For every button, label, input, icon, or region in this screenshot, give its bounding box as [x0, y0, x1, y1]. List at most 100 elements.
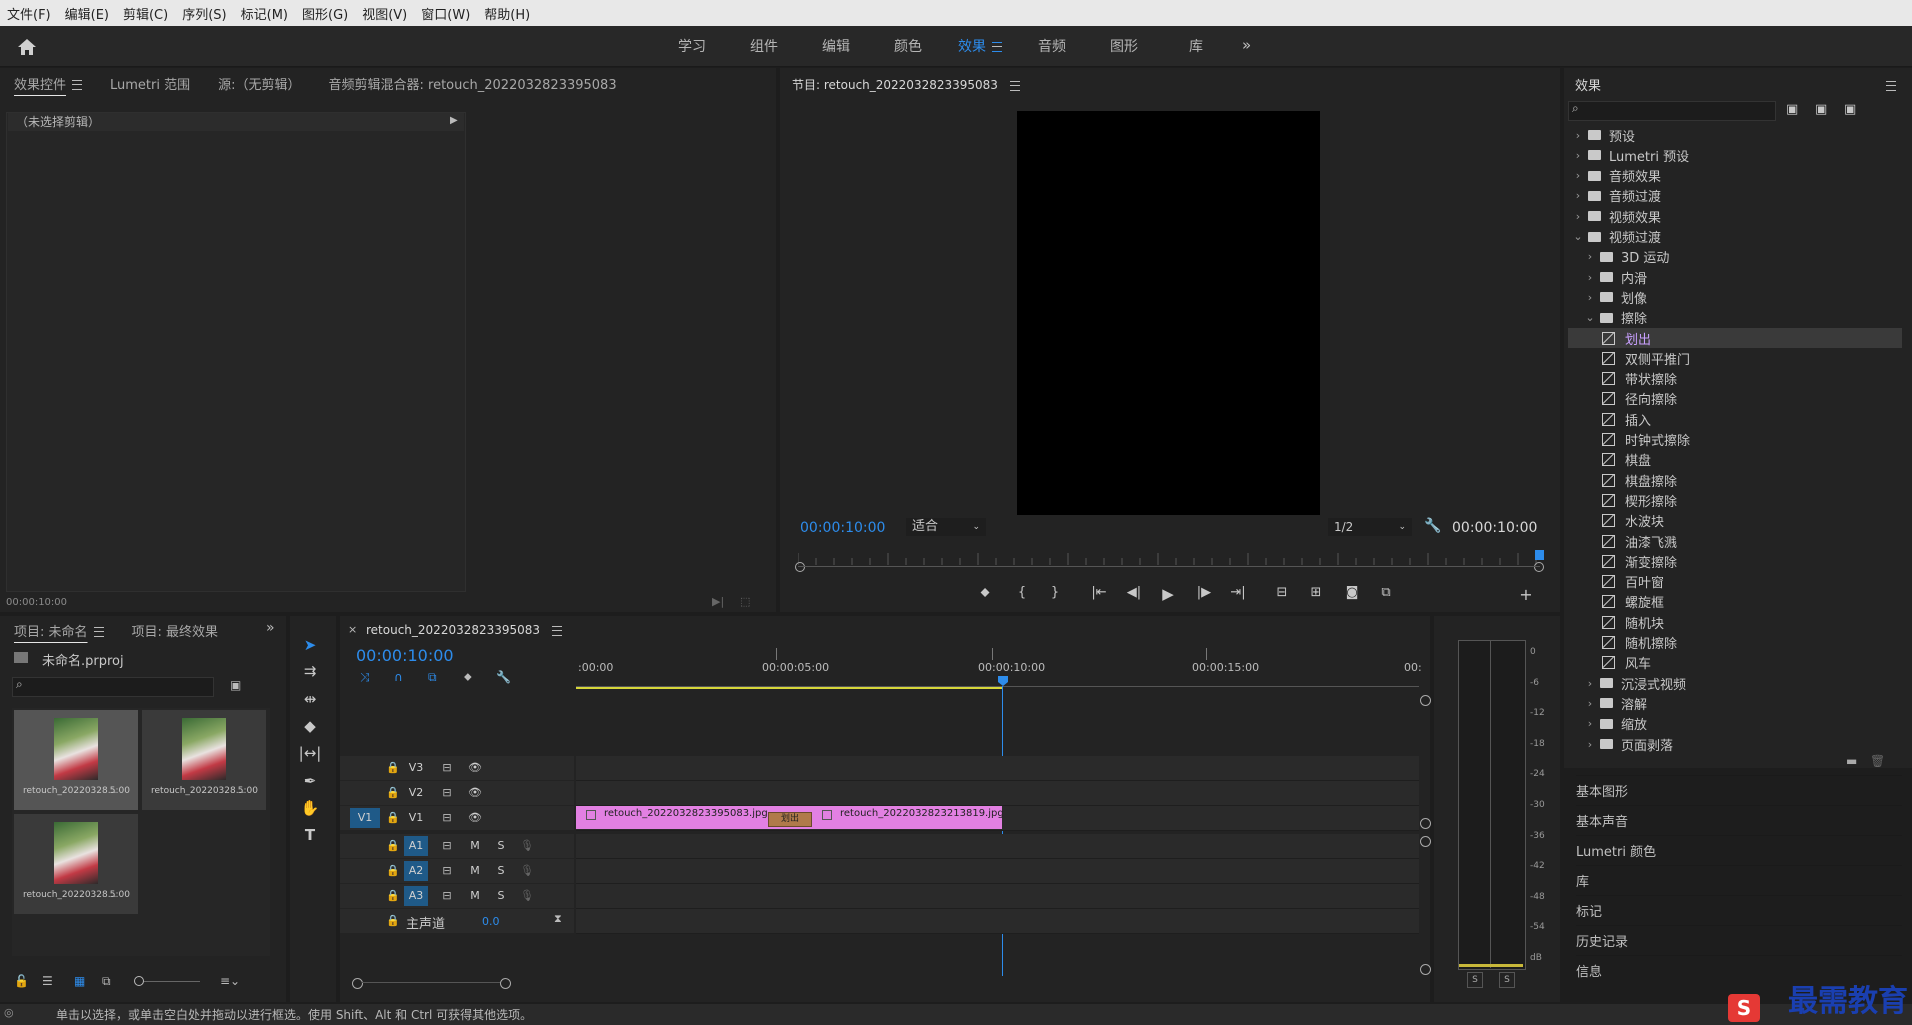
camera-icon[interactable]: ◙	[1342, 585, 1362, 600]
lock-icon[interactable]: 🔒	[386, 861, 400, 881]
effects-tree-item[interactable]: 渐变擦除	[1568, 551, 1902, 571]
chevron-down-icon[interactable]: ⌄	[1572, 230, 1584, 243]
effects-tree-item[interactable]: 径向擦除	[1568, 389, 1902, 409]
freeform-view-icon[interactable]: ⧉	[102, 974, 111, 989]
effects-tree-item[interactable]: 风车	[1568, 653, 1902, 673]
extract-icon[interactable]: ⊞	[1306, 585, 1326, 600]
go-to-out-icon[interactable]: ⇥|	[1228, 585, 1248, 600]
add-marker-icon[interactable]: ⬥	[464, 670, 472, 684]
effects-tree-item[interactable]: › 视频效果	[1568, 206, 1902, 226]
effects-tree-item[interactable]: › 溶解	[1568, 693, 1902, 713]
master-volume-value[interactable]: 0.0	[482, 915, 500, 928]
program-timecode-current[interactable]: 00:00:10:00	[800, 520, 885, 536]
workspace-tab-2[interactable]: 编辑	[800, 36, 872, 56]
menu-item-7[interactable]: 窗口(W)	[414, 4, 477, 23]
chevron-right-icon[interactable]: ›	[1584, 271, 1596, 284]
linked-selection-icon[interactable]: ⧉	[428, 670, 437, 685]
chevron-right-icon[interactable]: ›	[1584, 717, 1596, 730]
tab-audio-clip-mixer[interactable]: 音频剪辑混合器: retouch_2022032823395083	[315, 74, 631, 93]
track-select-tool-icon[interactable]: ⇉	[296, 660, 324, 682]
mute-button[interactable]: M	[468, 836, 482, 856]
effects-tree-item[interactable]: ⌄ 擦除	[1568, 308, 1902, 328]
track-target[interactable]: A2	[404, 861, 428, 881]
track-lane[interactable]	[576, 834, 1419, 859]
solo-left-button[interactable]: S	[1467, 972, 1483, 988]
toggle-sync-icon[interactable]: ⊟	[440, 886, 454, 906]
workspace-menu-icon[interactable]	[992, 42, 1002, 52]
solo-button[interactable]: S	[494, 861, 508, 881]
chevron-right-icon[interactable]: ›	[1584, 250, 1596, 263]
effects-tree-item[interactable]: › 内滑	[1568, 267, 1902, 287]
effects-tree-item[interactable]: › 缩放	[1568, 714, 1902, 734]
sort-icon[interactable]: ≡⌄	[220, 974, 240, 988]
chevron-right-icon[interactable]: ›	[1572, 129, 1584, 142]
menu-item-3[interactable]: 序列(S)	[175, 4, 233, 23]
more-workspaces-icon[interactable]: »	[1242, 36, 1251, 54]
project-search-input[interactable]	[12, 677, 214, 697]
effects-menu-icon[interactable]	[1886, 78, 1896, 93]
effects-tree-item[interactable]: › 页面剥落	[1568, 734, 1902, 754]
mute-button[interactable]: M	[468, 861, 482, 881]
track-target[interactable]: V1	[404, 808, 428, 828]
lock-icon[interactable]: 🔒	[386, 836, 400, 856]
new-bin-icon[interactable]: ▬	[1846, 754, 1857, 768]
export-icon[interactable]: ⬚	[740, 595, 750, 608]
program-playhead[interactable]	[1535, 550, 1544, 560]
tab-project-final[interactable]: 项目: 最终效果	[118, 621, 233, 640]
home-icon[interactable]	[14, 35, 40, 59]
v-scroll-bottom-handle[interactable]	[1420, 964, 1431, 975]
effects-tree-item[interactable]: 楔形擦除	[1568, 490, 1902, 510]
toggle-sync-icon[interactable]: ⊟	[440, 836, 454, 856]
effects-tree-item[interactable]: › 划像	[1568, 287, 1902, 307]
lock-icon[interactable]: 🔒	[386, 758, 400, 778]
effects-tree-item[interactable]: 时钟式擦除	[1568, 430, 1902, 450]
track-lane[interactable]	[576, 781, 1419, 806]
workspace-tab-1[interactable]: 组件	[728, 36, 800, 56]
chevron-right-icon[interactable]: ›	[1584, 291, 1596, 304]
source-patch-v1[interactable]: V1	[350, 808, 380, 828]
eye-icon[interactable]: 👁	[468, 758, 482, 778]
icon-view-icon[interactable]: ▦	[74, 974, 85, 988]
yuv-effects-icon[interactable]: ▣	[1844, 102, 1856, 117]
solo-button[interactable]: S	[494, 836, 508, 856]
effects-tree-item[interactable]: › 沉浸式视频	[1568, 673, 1902, 693]
track-lane[interactable]	[576, 884, 1419, 909]
menu-item-8[interactable]: 帮助(H)	[477, 4, 537, 23]
effects-tree-item[interactable]: › 3D 运动	[1568, 247, 1902, 267]
chevron-right-icon[interactable]: ›	[1584, 677, 1596, 690]
timeline-settings-wrench-icon[interactable]: 🔧	[496, 670, 511, 684]
effects-tree-item[interactable]: 插入	[1568, 409, 1902, 429]
panel-menu-icon[interactable]	[72, 80, 83, 90]
workspace-tab-0[interactable]: 学习	[656, 36, 728, 56]
delete-icon[interactable]: 🗑	[1870, 754, 1885, 768]
resolution-select[interactable]: 1/2 ⌄	[1328, 518, 1412, 536]
lock-icon[interactable]: 🔒	[386, 911, 400, 931]
v-scroll-mid-handle[interactable]	[1420, 818, 1431, 829]
effects-tree-item[interactable]: 百叶窗	[1568, 572, 1902, 592]
step-forward-icon[interactable]: |▶	[1194, 585, 1214, 600]
effects-tree-item[interactable]: › 音频效果	[1568, 166, 1902, 186]
track-target[interactable]: V3	[404, 758, 428, 778]
menu-item-1[interactable]: 编辑(E)	[58, 4, 116, 23]
effects-search-input[interactable]	[1568, 101, 1776, 121]
effects-tree-item[interactable]: 带状擦除	[1568, 369, 1902, 389]
lock-icon[interactable]: 🔒	[386, 886, 400, 906]
chevron-right-icon[interactable]: ›	[1584, 738, 1596, 751]
out-handle[interactable]	[1534, 562, 1544, 572]
workspace-tab-6[interactable]: 图形	[1088, 36, 1160, 56]
effects-tree-item[interactable]: 随机块	[1568, 612, 1902, 632]
step-back-icon[interactable]: ◀|	[1124, 585, 1144, 600]
project-item-1[interactable]: retouch_20220328... 5:00	[14, 710, 138, 810]
master-expand-icon[interactable]: ⧗	[554, 912, 562, 926]
transition-wipe[interactable]: 划出	[768, 812, 812, 827]
side-panel-4[interactable]: 标记	[1576, 895, 1902, 924]
lock-icon[interactable]: 🔓	[14, 974, 29, 988]
tab-project-untitled[interactable]: 项目: 未命名	[0, 621, 118, 640]
effects-tree-item[interactable]: › 预设	[1568, 125, 1902, 145]
microphone-icon[interactable]: 🎙	[520, 886, 534, 906]
side-panel-3[interactable]: 库	[1576, 865, 1902, 894]
razor-tool-icon[interactable]: ◆	[296, 715, 324, 737]
microphone-icon[interactable]: 🎙	[520, 861, 534, 881]
tab-lumetri-scopes[interactable]: Lumetri 范围	[96, 74, 204, 93]
list-view-icon[interactable]: ☰	[42, 974, 53, 988]
